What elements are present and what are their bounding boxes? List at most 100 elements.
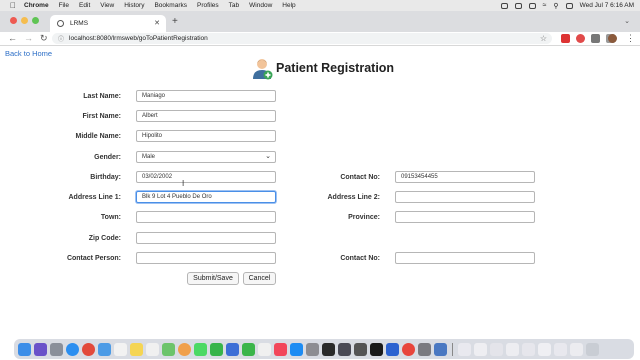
window-thumbnail[interactable]	[474, 342, 487, 356]
menu-bookmarks[interactable]: Bookmarks	[154, 2, 187, 9]
apple-tv-icon[interactable]	[370, 342, 383, 356]
province-field[interactable]	[395, 211, 535, 223]
extension-icon[interactable]	[591, 34, 600, 43]
status-icon[interactable]	[514, 2, 522, 9]
submit-save-button[interactable]: Submit/Save	[187, 272, 239, 285]
apple-icon[interactable]: 	[10, 1, 24, 10]
menu-tab[interactable]: Tab	[229, 2, 239, 9]
window-thumbnail[interactable]	[538, 342, 551, 356]
trash-icon[interactable]	[586, 342, 599, 356]
app-icon[interactable]	[434, 342, 447, 356]
safari-icon[interactable]	[66, 342, 79, 356]
app-icon[interactable]	[386, 342, 399, 356]
middle-name-field[interactable]: Hipolito	[136, 130, 276, 142]
last-name-label: Last Name:	[83, 93, 121, 100]
window-thumbnail[interactable]	[554, 342, 567, 356]
contact-person-field[interactable]	[136, 252, 276, 264]
forward-arrow-icon[interactable]: →	[24, 33, 33, 43]
control-center-icon[interactable]	[565, 2, 573, 9]
back-arrow-icon[interactable]: ←	[8, 33, 17, 43]
reload-icon[interactable]: ↻	[40, 33, 48, 44]
app-icon[interactable]	[258, 342, 271, 356]
address-line-2-field[interactable]	[395, 191, 535, 203]
app-icon[interactable]	[354, 342, 367, 356]
launchpad-icon[interactable]	[50, 342, 63, 356]
dock-separator	[452, 342, 453, 356]
menu-history[interactable]: History	[124, 2, 144, 9]
music-icon[interactable]	[274, 342, 287, 356]
contact-no-field[interactable]: 09153454455	[395, 171, 535, 183]
calendar-icon[interactable]	[114, 342, 127, 356]
app-icon[interactable]	[418, 342, 431, 356]
photos-icon[interactable]	[178, 342, 191, 356]
app-icon[interactable]	[82, 342, 95, 356]
search-icon[interactable]: ⚲	[553, 2, 558, 10]
contact-no-2-field[interactable]	[395, 252, 535, 264]
tab-search-icon[interactable]: ⌄	[624, 17, 630, 25]
cancel-button[interactable]: Cancel	[243, 272, 276, 285]
chrome-icon[interactable]	[402, 342, 415, 356]
minimize-window-icon[interactable]	[21, 17, 28, 24]
last-name-field[interactable]: Maniago	[136, 90, 276, 102]
menu-chrome[interactable]: Chrome	[24, 2, 49, 9]
birthday-label: Birthday:	[90, 174, 121, 181]
wifi-icon[interactable]: ≈	[543, 2, 547, 9]
bookmark-star-icon[interactable]: ☆	[540, 34, 547, 43]
menu-help[interactable]: Help	[282, 2, 295, 9]
menubar-clock[interactable]: Wed Jul 7 6:16 AM	[580, 2, 634, 9]
macos-dock	[14, 339, 634, 359]
system-preferences-icon[interactable]	[306, 342, 319, 356]
window-thumbnail[interactable]	[506, 342, 519, 356]
app-icon[interactable]	[322, 342, 335, 356]
reminders-icon[interactable]	[146, 342, 159, 356]
new-tab-icon[interactable]: +	[172, 16, 178, 27]
zip-code-field[interactable]	[136, 232, 276, 244]
finder-icon[interactable]	[18, 342, 31, 356]
address-line-1-field[interactable]: Blk 9 Lot 4 Pueblo De Oro	[136, 191, 276, 203]
kebab-menu-icon[interactable]: ⋮	[626, 33, 635, 44]
app-icon[interactable]	[226, 342, 239, 356]
address-line-2-label: Address Line 2:	[327, 194, 380, 201]
window-thumbnail[interactable]	[522, 342, 535, 356]
notes-icon[interactable]	[130, 342, 143, 356]
messages-icon[interactable]	[194, 342, 207, 356]
url-text: localhost:8080/lrmsweb/goToPatientRegist…	[69, 35, 208, 42]
birthday-field[interactable]: 03/02/2002	[136, 171, 276, 183]
menu-window[interactable]: Window	[249, 2, 272, 9]
siri-icon[interactable]	[34, 342, 47, 356]
globe-icon	[57, 20, 64, 27]
close-window-icon[interactable]	[10, 17, 17, 24]
extension-icon[interactable]	[561, 34, 570, 43]
status-icon[interactable]	[500, 2, 508, 9]
app-icon[interactable]	[98, 342, 111, 356]
battery-icon[interactable]	[528, 2, 536, 9]
numbers-icon[interactable]	[242, 342, 255, 356]
info-icon[interactable]: ⓘ	[58, 34, 64, 43]
first-name-label: First Name:	[82, 113, 121, 120]
zoom-window-icon[interactable]	[32, 17, 39, 24]
extension-icon[interactable]	[576, 34, 585, 43]
text-cursor-icon: I	[182, 179, 185, 188]
menu-view[interactable]: View	[100, 2, 114, 9]
menu-profiles[interactable]: Profiles	[197, 2, 219, 9]
profile-avatar[interactable]	[608, 34, 617, 43]
app-icon[interactable]	[338, 342, 351, 356]
close-tab-icon[interactable]: ✕	[154, 19, 160, 27]
town-field[interactable]	[136, 211, 276, 223]
window-thumbnail[interactable]	[490, 342, 503, 356]
back-to-home-link[interactable]: Back to Home	[5, 49, 52, 58]
gender-select[interactable]: Male ⌄	[136, 151, 276, 163]
patient-add-icon	[253, 59, 273, 80]
menu-edit[interactable]: Edit	[79, 2, 90, 9]
browser-tab[interactable]: LRMS ✕	[50, 15, 166, 32]
menu-file[interactable]: File	[59, 2, 69, 9]
maps-icon[interactable]	[162, 342, 175, 356]
address-bar[interactable]: ⓘ localhost:8080/lrmsweb/goToPatientRegi…	[52, 33, 552, 44]
facetime-icon[interactable]	[210, 342, 223, 356]
first-name-field[interactable]: Albert	[136, 110, 276, 122]
window-thumbnail[interactable]	[570, 342, 583, 356]
middle-name-label: Middle Name:	[75, 133, 121, 140]
tab-strip: LRMS ✕ + ⌄	[0, 11, 640, 32]
window-thumbnail[interactable]	[458, 342, 471, 356]
app-store-icon[interactable]	[290, 342, 303, 356]
